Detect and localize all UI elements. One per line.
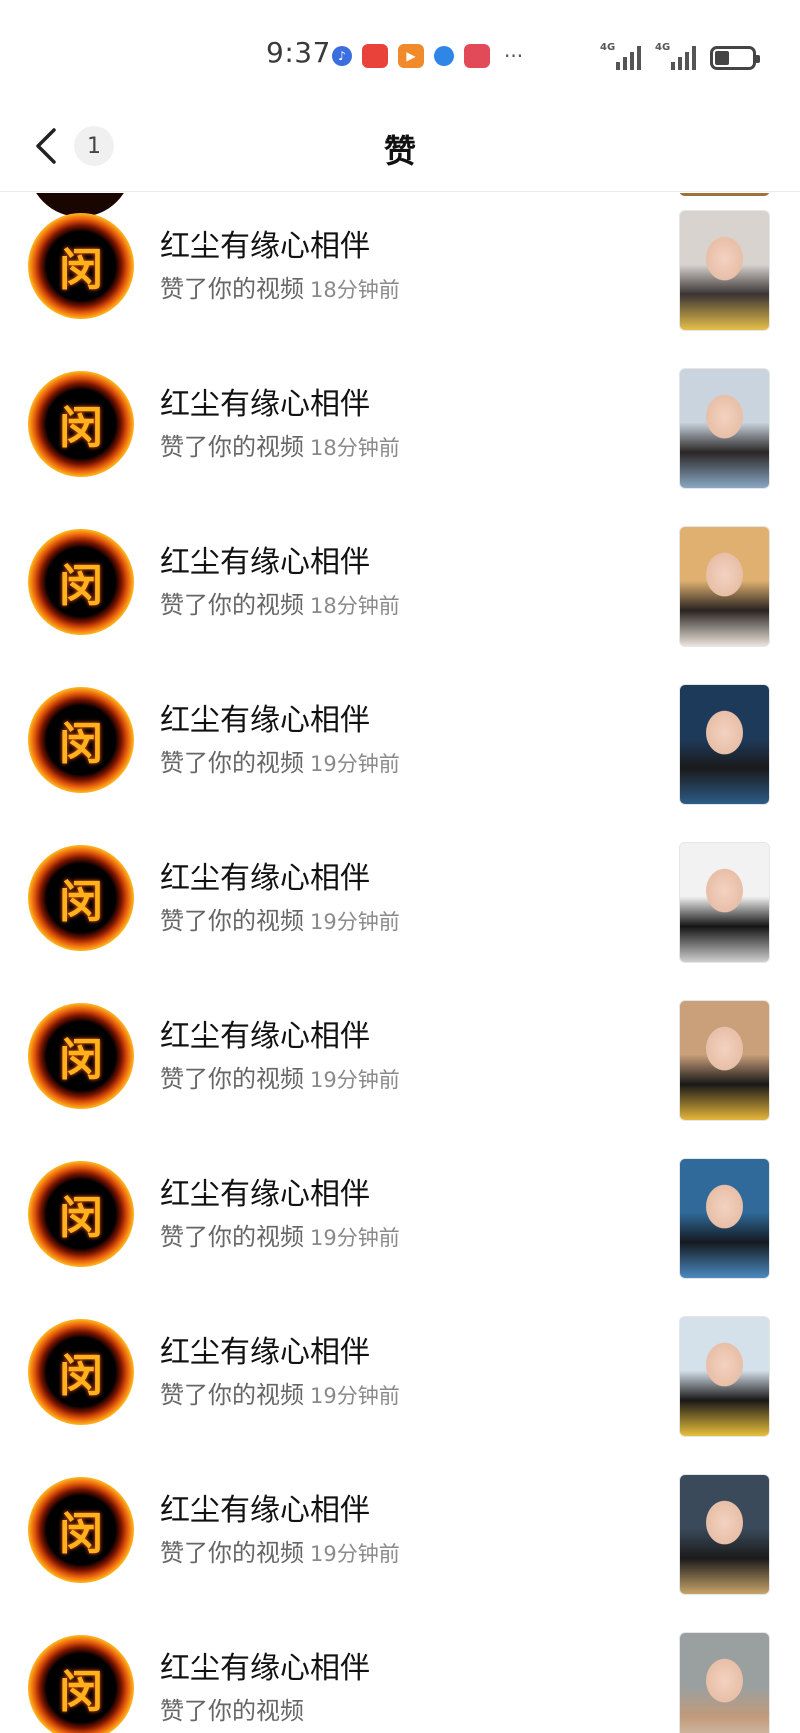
list-item[interactable]: 闵 红尘有缘心相伴赞了你的视频 18分钟前 [0, 509, 800, 667]
list-item[interactable]: 闵 红尘有缘心相伴赞了你的视频 19分钟前 [0, 667, 800, 825]
timestamp: 19分钟前 [310, 1068, 400, 1092]
list-item[interactable]: 闵 红尘有缘心相伴赞了你的视频 18分钟前 [0, 351, 800, 509]
avatar[interactable]: 闵 [28, 529, 134, 635]
avatar[interactable]: 闵 [28, 1003, 134, 1109]
status-bar: 9:37 ♪ ▶ ··· 4G 4G [0, 0, 800, 110]
action-text: 赞了你的视频 [160, 433, 304, 461]
list-item[interactable]: 闵 红尘有缘心相伴赞了你的视频 19分钟前 [0, 1141, 800, 1299]
action-text: 赞了你的视频 [160, 907, 304, 935]
avatar-logo: 闵 [50, 1657, 112, 1719]
user-name[interactable]: 红尘有缘心相伴 [160, 1169, 370, 1213]
avatar-logo: 闵 [50, 393, 112, 455]
music-app-icon: ♪ [332, 46, 352, 66]
timestamp: 18分钟前 [310, 278, 400, 302]
like-description: 赞了你的视频 18分钟前 [160, 427, 400, 462]
like-description: 赞了你的视频 18分钟前 [160, 269, 400, 304]
action-text: 赞了你的视频 [160, 1223, 304, 1251]
like-description: 赞了你的视频 19分钟前 [160, 1059, 400, 1094]
like-description: 赞了你的视频 19分钟前 [160, 1217, 400, 1252]
like-description: 赞了你的视频 18分钟前 [160, 585, 400, 620]
timestamp: 19分钟前 [310, 752, 400, 776]
avatar[interactable]: 闵 [28, 1161, 134, 1267]
likes-list: 闵红尘有缘心相伴 赞了你的视频 18分钟前闵红尘有缘心相伴 赞了你的视频 18分钟前闵红… [0, 193, 800, 1733]
list-item[interactable]: 闵 红尘有缘心相伴赞了你的视频 19分钟前 [0, 1457, 800, 1615]
list-item[interactable]: 闵 红尘有缘心相伴赞了你的视频 [0, 1615, 800, 1733]
timestamp: 19分钟前 [310, 910, 400, 934]
battery-icon [710, 46, 760, 70]
avatar[interactable]: 闵 [28, 213, 134, 319]
timestamp: 19分钟前 [310, 1226, 400, 1250]
avatar-logo: 闵 [50, 1183, 112, 1245]
video-thumbnail[interactable] [679, 526, 770, 647]
video-thumbnail[interactable] [679, 1158, 770, 1279]
avatar-logo: 闵 [50, 1341, 112, 1403]
browser-app-icon [434, 46, 454, 66]
network-type-label: 4G [655, 42, 671, 53]
like-description: 赞了你的视频 19分钟前 [160, 1533, 400, 1568]
timestamp: 19分钟前 [310, 1542, 400, 1566]
like-description: 赞了你的视频 [160, 1691, 310, 1726]
like-description: 赞了你的视频 19分钟前 [160, 901, 400, 936]
avatar[interactable]: 闵 [28, 687, 134, 793]
avatar[interactable]: 闵 [28, 1477, 134, 1583]
avatar[interactable]: 闵 [28, 1635, 134, 1733]
video-thumbnail[interactable] [679, 210, 770, 331]
list-item[interactable]: 闵 红尘有缘心相伴赞了你的视频 18分钟前 [0, 193, 800, 351]
avatar[interactable]: 闵 [28, 1319, 134, 1425]
notification-icons: ♪ ▶ ··· [332, 44, 523, 68]
action-text: 赞了你的视频 [160, 591, 304, 619]
timestamp: 19分钟前 [310, 1384, 400, 1408]
timestamp: 18分钟前 [310, 594, 400, 618]
action-text: 赞了你的视频 [160, 1381, 304, 1409]
action-text: 赞了你的视频 [160, 1539, 304, 1567]
system-indicators: 4G 4G [600, 42, 760, 70]
avatar-logo: 闵 [50, 709, 112, 771]
video-thumbnail[interactable] [679, 1474, 770, 1595]
avatar[interactable]: 闵 [28, 371, 134, 477]
user-name[interactable]: 红尘有缘心相伴 [160, 695, 370, 739]
user-name[interactable]: 红尘有缘心相伴 [160, 1485, 370, 1529]
user-name[interactable]: 红尘有缘心相伴 [160, 537, 370, 581]
list-item[interactable]: 闵 红尘有缘心相伴赞了你的视频 19分钟前 [0, 983, 800, 1141]
nav-bar: 1 赞 [0, 110, 800, 192]
reader-app-icon [464, 44, 490, 68]
video-thumbnail[interactable] [679, 842, 770, 963]
action-text: 赞了你的视频 [160, 275, 304, 303]
user-name[interactable]: 红尘有缘心相伴 [160, 1643, 370, 1687]
list-item[interactable]: 闵 红尘有缘心相伴赞了你的视频 19分钟前 [0, 825, 800, 983]
more-notifications-icon: ··· [504, 44, 524, 68]
video-thumbnail[interactable] [679, 1316, 770, 1437]
video-thumbnail[interactable] [679, 684, 770, 805]
user-name[interactable]: 红尘有缘心相伴 [160, 1011, 370, 1055]
like-description: 赞了你的视频 19分钟前 [160, 743, 400, 778]
avatar-logo: 闵 [50, 1499, 112, 1561]
action-text: 赞了你的视频 [160, 749, 304, 777]
avatar[interactable]: 闵 [28, 845, 134, 951]
avatar-logo: 闵 [50, 235, 112, 297]
user-name[interactable]: 红尘有缘心相伴 [160, 221, 370, 265]
user-name[interactable]: 红尘有缘心相伴 [160, 379, 370, 423]
video-app-icon: ▶ [398, 44, 424, 68]
like-description: 赞了你的视频 19分钟前 [160, 1375, 400, 1410]
page-title: 赞 [383, 132, 416, 170]
video-thumbnail[interactable] [679, 1000, 770, 1121]
avatar-logo: 闵 [50, 551, 112, 613]
user-name[interactable]: 红尘有缘心相伴 [160, 853, 370, 897]
list-item[interactable]: 闵 红尘有缘心相伴赞了你的视频 19分钟前 [0, 1299, 800, 1457]
video-thumbnail[interactable] [679, 1632, 770, 1733]
avatar-logo: 闵 [50, 1025, 112, 1087]
status-time: 9:37 [266, 36, 331, 69]
timestamp: 18分钟前 [310, 436, 400, 460]
signal-icon: 4G [655, 42, 696, 70]
video-thumbnail[interactable] [679, 368, 770, 489]
network-type-label: 4G [600, 42, 616, 53]
user-name[interactable]: 红尘有缘心相伴 [160, 1327, 370, 1371]
avatar-logo: 闵 [50, 867, 112, 929]
huawei-store-icon [362, 44, 388, 68]
action-text: 赞了你的视频 [160, 1697, 304, 1725]
action-text: 赞了你的视频 [160, 1065, 304, 1093]
signal-icon: 4G [600, 42, 641, 70]
